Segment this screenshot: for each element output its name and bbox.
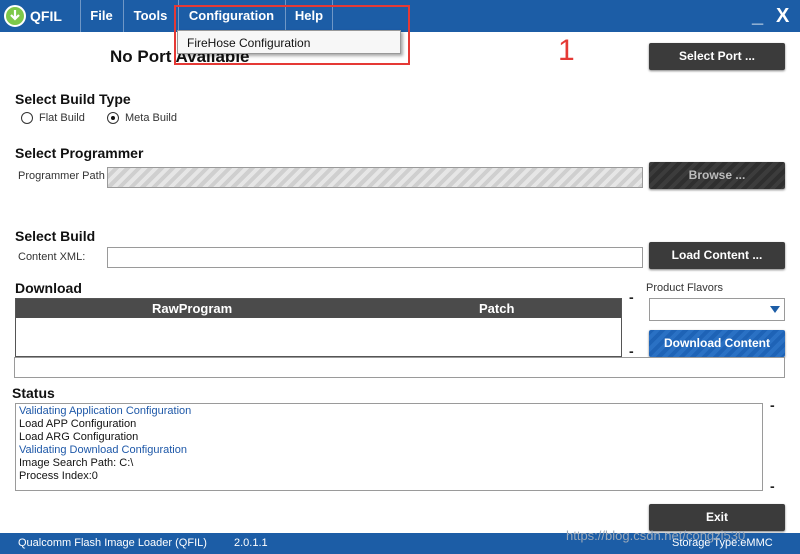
build-type-heading: Select Build Type bbox=[15, 91, 131, 107]
rawprogram-column-header[interactable]: RawProgram bbox=[152, 301, 232, 316]
status-line: Validating Application Configuration bbox=[19, 405, 192, 417]
download-heading: Download bbox=[15, 280, 82, 296]
minimize-button[interactable]: _ bbox=[752, 6, 763, 26]
programmer-path-label: Programmer Path bbox=[18, 170, 105, 182]
status-heading: Status bbox=[12, 385, 55, 401]
status-dash-top: - bbox=[770, 397, 775, 413]
meta-build-radio[interactable] bbox=[107, 112, 119, 124]
status-line: Load APP Configuration bbox=[19, 418, 137, 430]
meta-build-label: Meta Build bbox=[125, 112, 177, 124]
menu-tools[interactable]: Tools bbox=[123, 0, 177, 32]
status-line: Validating Download Configuration bbox=[19, 444, 187, 456]
download-progress-field bbox=[14, 357, 785, 378]
app-full-name: Qualcomm Flash Image Loader (QFIL) bbox=[18, 537, 207, 549]
status-line: Load ARG Configuration bbox=[19, 431, 139, 443]
programmer-path-field[interactable] bbox=[107, 167, 643, 188]
app-title: QFIL bbox=[30, 8, 62, 24]
chevron-down-icon[interactable] bbox=[770, 306, 780, 313]
app-version: 2.0.1.1 bbox=[234, 537, 268, 549]
content-xml-label: Content XML: bbox=[18, 251, 86, 263]
flat-build-radio[interactable] bbox=[21, 112, 33, 124]
annotation-highlight bbox=[174, 5, 410, 65]
download-table[interactable]: RawProgram Patch bbox=[15, 298, 622, 357]
select-build-heading: Select Build bbox=[15, 228, 96, 244]
product-flavors-label: Product Flavors bbox=[646, 282, 724, 294]
status-line: Process Index:0 bbox=[19, 470, 98, 482]
product-flavors-select[interactable] bbox=[649, 298, 785, 321]
browse-button[interactable]: Browse ... bbox=[649, 162, 785, 189]
status-line: Image Search Path: C:\ bbox=[19, 457, 134, 469]
table-dash-top: - bbox=[629, 289, 634, 305]
download-content-button[interactable]: Download Content bbox=[649, 330, 785, 357]
table-header: RawProgram Patch bbox=[16, 299, 621, 318]
exit-button[interactable]: Exit bbox=[649, 504, 785, 531]
programmer-heading: Select Programmer bbox=[15, 145, 144, 161]
annotation-number: 1 bbox=[558, 34, 575, 67]
content-xml-field[interactable] bbox=[107, 247, 643, 268]
load-content-button[interactable]: Load Content ... bbox=[649, 242, 785, 269]
patch-column-header[interactable]: Patch bbox=[479, 301, 514, 316]
flat-build-label: Flat Build bbox=[39, 112, 85, 124]
status-log[interactable]: Validating Application Configuration Loa… bbox=[15, 403, 763, 491]
menu-file[interactable]: File bbox=[80, 0, 122, 32]
watermark-url: https://blog.csdn.net/congzi530 bbox=[566, 528, 746, 543]
select-port-button[interactable]: Select Port ... bbox=[649, 43, 785, 70]
close-button[interactable]: X bbox=[776, 6, 789, 26]
status-dash-bottom: - bbox=[770, 478, 775, 494]
qfil-logo-icon bbox=[4, 5, 26, 27]
